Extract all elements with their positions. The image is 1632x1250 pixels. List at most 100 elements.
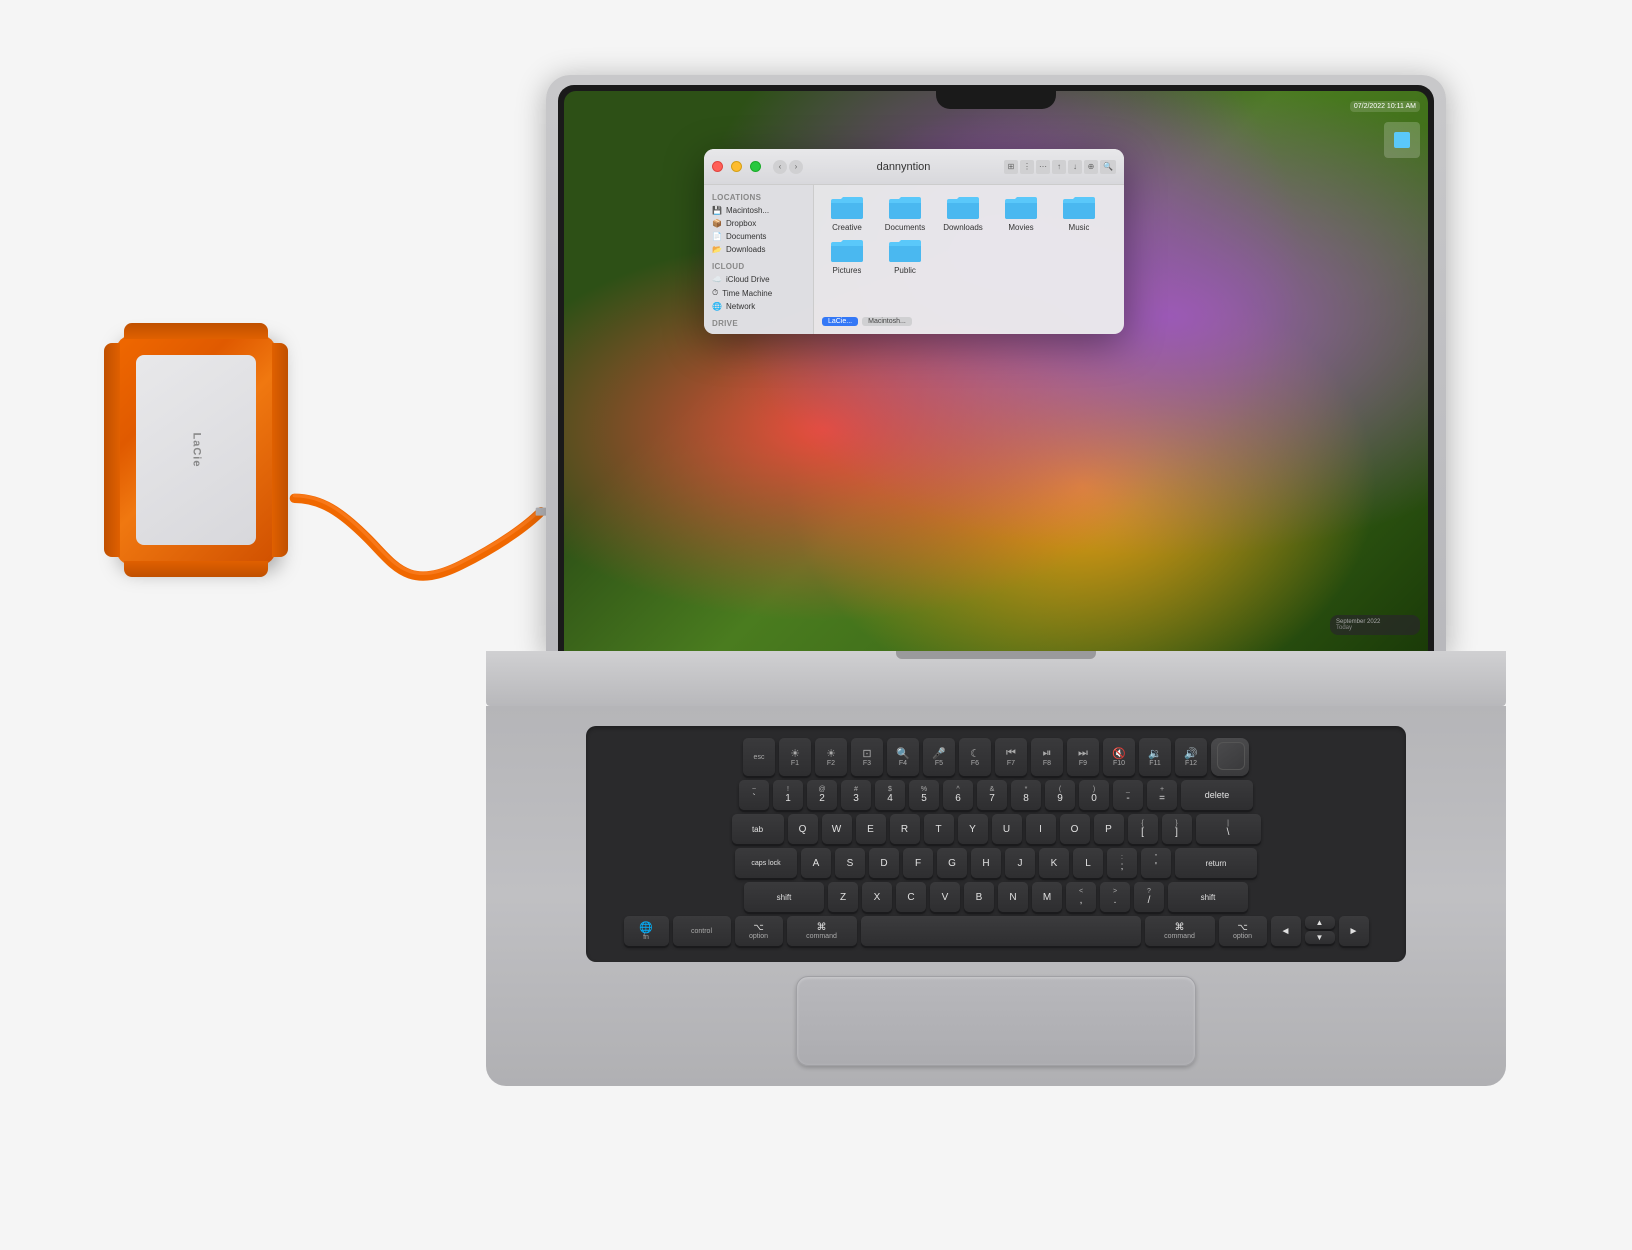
key-minus[interactable]: _-	[1113, 780, 1143, 810]
key-r[interactable]: R	[890, 814, 920, 844]
close-button[interactable]	[712, 161, 723, 172]
key-f11[interactable]: 🔉F11	[1139, 738, 1171, 776]
key-o[interactable]: O	[1060, 814, 1090, 844]
key-6[interactable]: ^6	[943, 780, 973, 810]
folder-item-creative[interactable]: Creative	[822, 193, 872, 232]
folder-item-pictures[interactable]: Pictures	[822, 236, 872, 275]
key-9[interactable]: (9	[1045, 780, 1075, 810]
sidebar-section-icloud: ICLOUD	[704, 260, 813, 273]
key-q[interactable]: Q	[788, 814, 818, 844]
key-lbracket[interactable]: {[	[1128, 814, 1158, 844]
key-h[interactable]: H	[971, 848, 1001, 878]
key-option-right[interactable]: ⌥ option	[1219, 916, 1267, 946]
key-b[interactable]: B	[964, 882, 994, 912]
key-quote[interactable]: "'	[1141, 848, 1171, 878]
sidebar-item-network[interactable]: 🌐 Network	[704, 300, 813, 313]
sidebar-item-documents[interactable]: 📄 Documents	[704, 230, 813, 243]
key-7[interactable]: &7	[977, 780, 1007, 810]
key-j[interactable]: J	[1005, 848, 1035, 878]
key-f7[interactable]: ⏮F7	[995, 738, 1027, 776]
key-0[interactable]: )0	[1079, 780, 1109, 810]
key-f2[interactable]: ☀F2	[815, 738, 847, 776]
key-arrow-up[interactable]: ▲	[1305, 916, 1335, 929]
key-g[interactable]: G	[937, 848, 967, 878]
key-period[interactable]: >.	[1100, 882, 1130, 912]
key-capslock[interactable]: caps lock	[735, 848, 797, 878]
key-4[interactable]: $4	[875, 780, 905, 810]
folder-item-music[interactable]: Music	[1054, 193, 1104, 232]
key-y[interactable]: Y	[958, 814, 988, 844]
trackpad[interactable]	[796, 976, 1196, 1066]
sidebar-item-icloud[interactable]: ☁️ iCloud Drive	[704, 273, 813, 286]
key-equals[interactable]: +=	[1147, 780, 1177, 810]
key-rbracket[interactable]: }]	[1162, 814, 1192, 844]
key-t[interactable]: T	[924, 814, 954, 844]
zxcv-row: shift Z X C V B N M <, >. ?/ shift	[600, 882, 1392, 912]
key-f12[interactable]: 🔊F12	[1175, 738, 1207, 776]
key-3[interactable]: #3	[841, 780, 871, 810]
key-1[interactable]: !1	[773, 780, 803, 810]
key-f4[interactable]: 🔍F4	[887, 738, 919, 776]
key-s[interactable]: S	[835, 848, 865, 878]
key-5[interactable]: %5	[909, 780, 939, 810]
touchid-sensor[interactable]	[1217, 742, 1245, 770]
sidebar-item-timemachine[interactable]: ⏱ Time Machine	[704, 286, 813, 300]
key-d[interactable]: D	[869, 848, 899, 878]
key-command-left[interactable]: ⌘ command	[787, 916, 857, 946]
key-c[interactable]: C	[896, 882, 926, 912]
key-return[interactable]: return	[1175, 848, 1257, 878]
key-e[interactable]: E	[856, 814, 886, 844]
key-k[interactable]: K	[1039, 848, 1069, 878]
key-8[interactable]: *8	[1011, 780, 1041, 810]
key-space[interactable]	[861, 916, 1141, 946]
sidebar-item-macintosh[interactable]: 💾 Macintosh...	[704, 204, 813, 217]
folder-item-movies[interactable]: Movies	[996, 193, 1046, 232]
folder-item-documents[interactable]: Documents	[880, 193, 930, 232]
key-backslash[interactable]: |\	[1196, 814, 1261, 844]
finder-window: ‹ › dannyntion ⊞ ⋮ ⋯ ↑ ↓	[704, 149, 1124, 334]
key-f[interactable]: F	[903, 848, 933, 878]
key-comma[interactable]: <,	[1066, 882, 1096, 912]
folder-item-downloads[interactable]: Downloads	[938, 193, 988, 232]
key-f9[interactable]: ⏭F9	[1067, 738, 1099, 776]
key-delete[interactable]: delete	[1181, 780, 1253, 810]
key-backtick[interactable]: ~`	[739, 780, 769, 810]
key-f10[interactable]: 🔇F10	[1103, 738, 1135, 776]
key-z[interactable]: Z	[828, 882, 858, 912]
key-n[interactable]: N	[998, 882, 1028, 912]
key-f3[interactable]: ⊡F3	[851, 738, 883, 776]
key-l[interactable]: L	[1073, 848, 1103, 878]
key-slash[interactable]: ?/	[1134, 882, 1164, 912]
folder-item-public[interactable]: Public	[880, 236, 930, 275]
key-fn[interactable]: 🌐 fn	[624, 916, 669, 946]
key-arrow-down[interactable]: ▼	[1305, 931, 1335, 944]
key-f1[interactable]: ☀F1	[779, 738, 811, 776]
key-m[interactable]: M	[1032, 882, 1062, 912]
minimize-button[interactable]	[731, 161, 742, 172]
key-i[interactable]: I	[1026, 814, 1056, 844]
key-control[interactable]: control	[673, 916, 731, 946]
key-command-right[interactable]: ⌘ command	[1145, 916, 1215, 946]
key-semicolon[interactable]: :;	[1107, 848, 1137, 878]
key-touchid[interactable]	[1211, 738, 1249, 776]
key-arrow-right[interactable]: ►	[1339, 916, 1369, 946]
key-x[interactable]: X	[862, 882, 892, 912]
sidebar-item-downloads[interactable]: 📂 Downloads	[704, 243, 813, 256]
key-shift-right[interactable]: shift	[1168, 882, 1248, 912]
key-f8[interactable]: ⏯F8	[1031, 738, 1063, 776]
key-u[interactable]: U	[992, 814, 1022, 844]
key-option-left[interactable]: ⌥ option	[735, 916, 783, 946]
sidebar-item-dropbox[interactable]: 📦 Dropbox	[704, 217, 813, 230]
key-v[interactable]: V	[930, 882, 960, 912]
key-tab[interactable]: tab	[732, 814, 784, 844]
key-f5[interactable]: 🎤F5	[923, 738, 955, 776]
key-a[interactable]: A	[801, 848, 831, 878]
key-f6[interactable]: ☾F6	[959, 738, 991, 776]
key-shift-left[interactable]: shift	[744, 882, 824, 912]
key-2[interactable]: @2	[807, 780, 837, 810]
key-esc[interactable]: esc	[743, 738, 775, 776]
key-w[interactable]: W	[822, 814, 852, 844]
key-arrow-left[interactable]: ◄	[1271, 916, 1301, 946]
maximize-button[interactable]	[750, 161, 761, 172]
key-p[interactable]: P	[1094, 814, 1124, 844]
